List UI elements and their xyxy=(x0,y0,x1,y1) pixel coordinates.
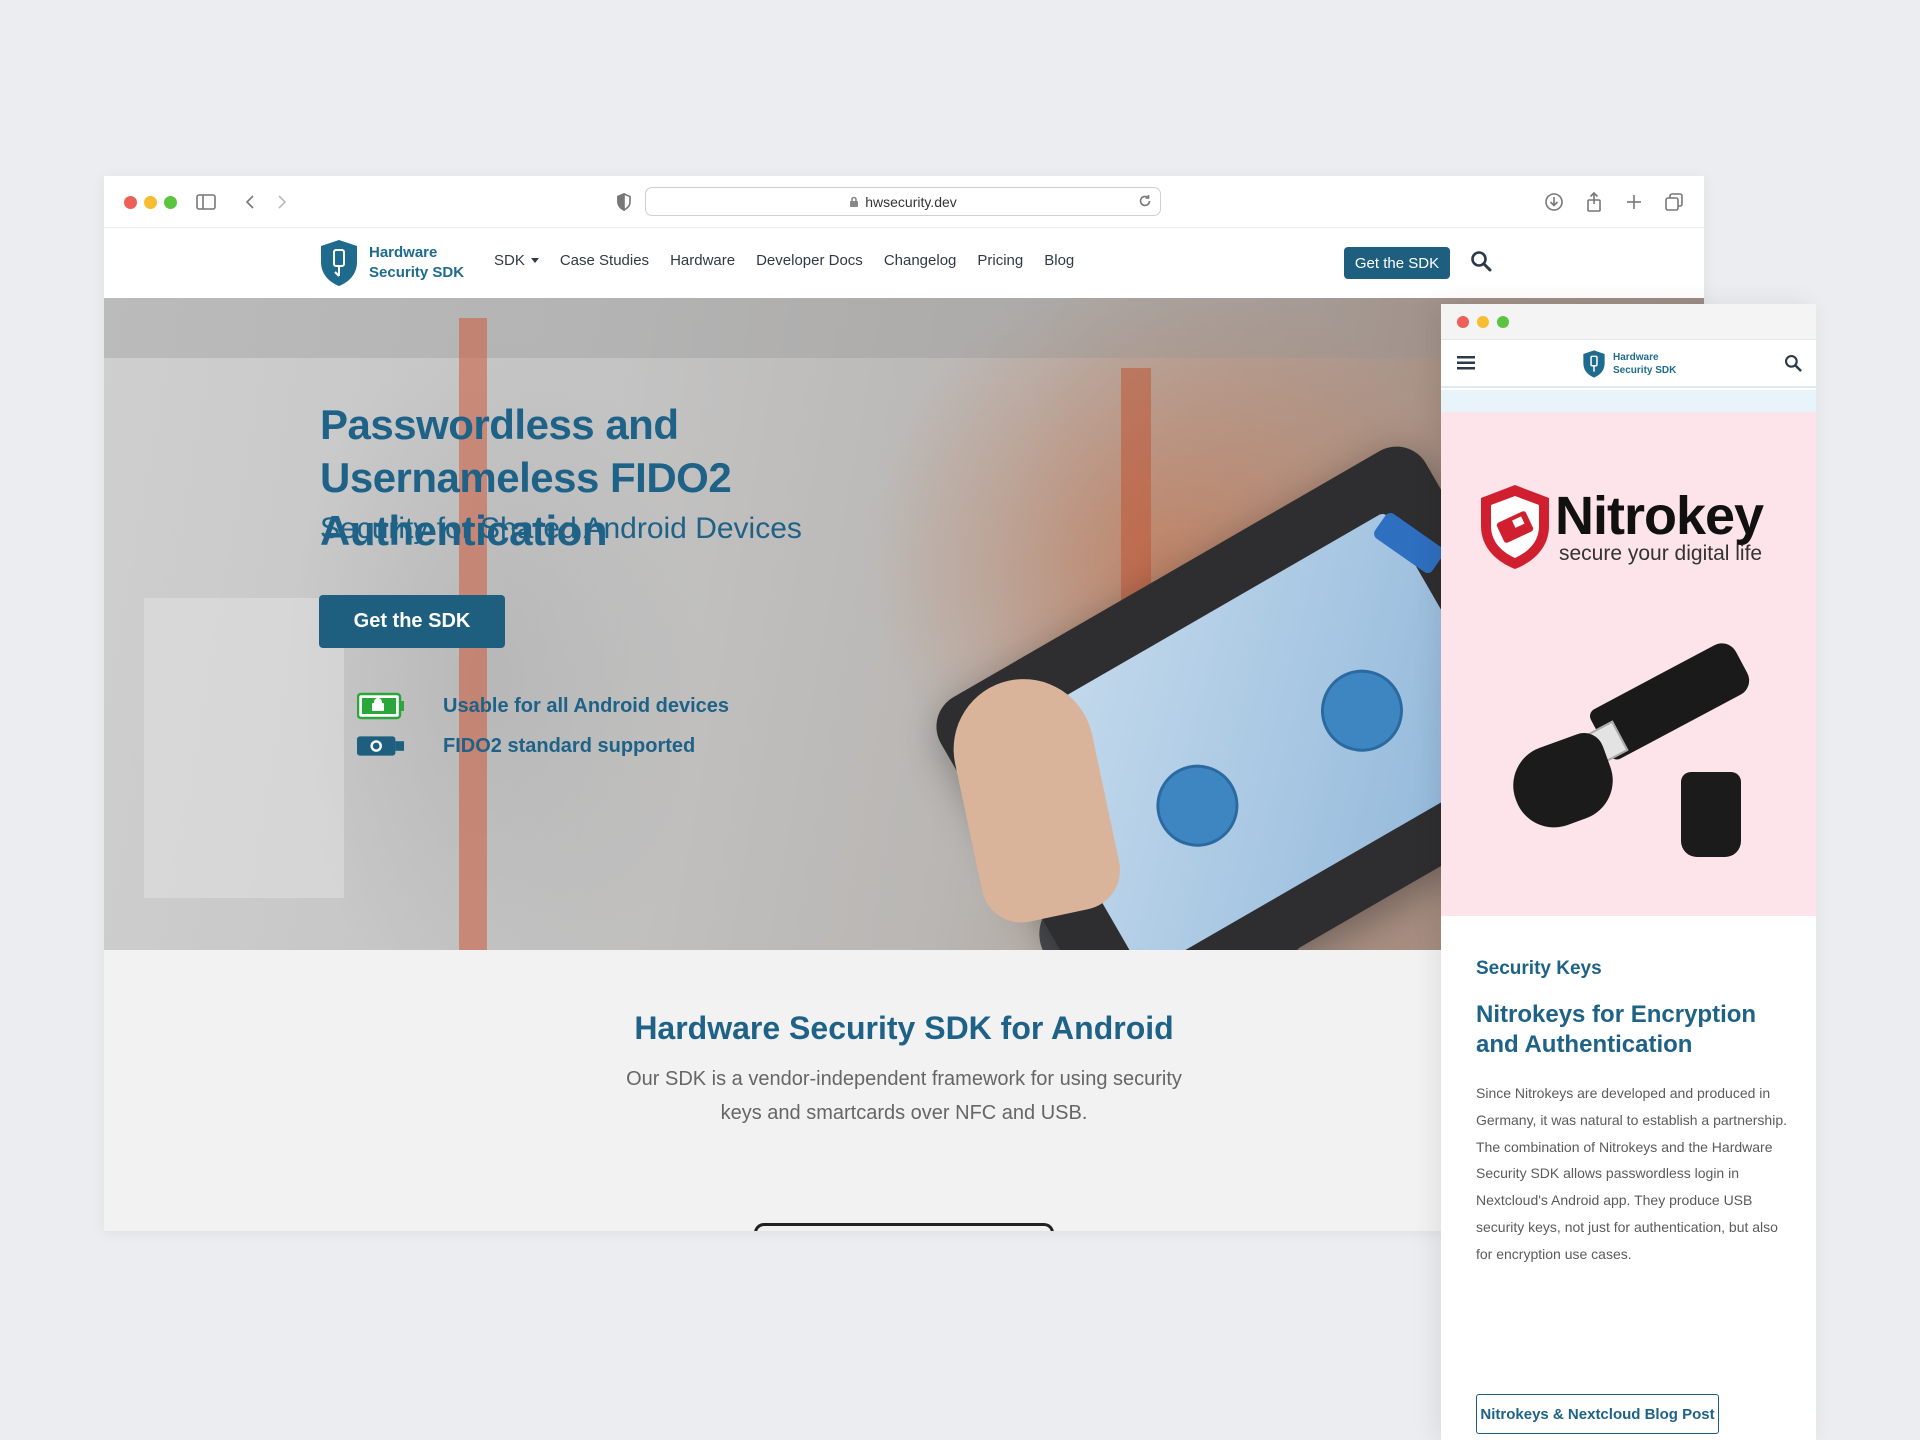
mobile-site-logo[interactable]: Hardware Security SDK xyxy=(1581,348,1676,380)
zoom-window-button[interactable] xyxy=(1497,316,1509,328)
close-window-button[interactable] xyxy=(1457,316,1469,328)
intro-text: Our SDK is a vendor-independent framewor… xyxy=(626,1068,1182,1124)
nav-label: SDK xyxy=(494,252,525,269)
hero-subtitle: Security for Shared Android Devices xyxy=(320,512,802,545)
nav-case-studies[interactable]: Case Studies xyxy=(560,252,649,269)
nitrokey-product-image: Nitrokey secure your digital life xyxy=(1441,412,1816,916)
article-text: Since Nitrokeys are developed and produc… xyxy=(1476,1085,1788,1262)
phone-outline-illustration xyxy=(754,1223,1054,1231)
new-tab-icon[interactable] xyxy=(1620,188,1648,216)
nav-hardware[interactable]: Hardware xyxy=(670,252,735,269)
site-logo[interactable]: Hardware Security SDK xyxy=(317,238,464,288)
sidebar-toggle-icon[interactable] xyxy=(192,188,220,216)
nitrokey-tagline: secure your digital life xyxy=(1559,542,1763,565)
minimize-window-button[interactable] xyxy=(144,196,157,209)
nav-blog[interactable]: Blog xyxy=(1044,252,1074,269)
nitrokey-brand-name: Nitrokey xyxy=(1555,486,1764,546)
feature-fido2-label: FIDO2 standard supported xyxy=(443,734,696,757)
shield-logo-icon xyxy=(1583,350,1605,378)
mobile-browser-window: Hardware Security SDK Nitrokey secure yo… xyxy=(1441,304,1816,1440)
search-icon[interactable] xyxy=(1784,354,1802,377)
downloads-icon[interactable] xyxy=(1540,188,1568,216)
mobile-site-header: Hardware Security SDK xyxy=(1441,340,1816,388)
get-sdk-nav-button[interactable]: Get the SDK xyxy=(1344,247,1450,279)
site-header: Hardware Security SDK SDK Case Studies H… xyxy=(104,228,1704,298)
share-icon[interactable] xyxy=(1580,188,1608,216)
feature-fido2: FIDO2 standard supported xyxy=(319,732,695,760)
shield-logo-icon xyxy=(321,240,357,286)
tablet-key-illustration xyxy=(1305,654,1418,767)
usb-c-adapter xyxy=(1681,772,1741,857)
nav-changelog[interactable]: Changelog xyxy=(884,252,957,269)
article-kicker: Security Keys xyxy=(1476,958,1602,979)
nav-pricing[interactable]: Pricing xyxy=(977,252,1023,269)
security-key-icon xyxy=(357,732,405,760)
search-icon[interactable] xyxy=(1470,250,1492,277)
get-sdk-hero-button[interactable]: Get the SDK xyxy=(319,595,505,648)
nitrokey-logo: Nitrokey secure your digital life xyxy=(1475,482,1764,572)
android-battery-icon xyxy=(357,692,405,720)
privacy-shield-icon[interactable] xyxy=(610,188,638,216)
hero-background-shelf xyxy=(144,598,344,898)
minimize-window-button[interactable] xyxy=(1477,316,1489,328)
tablet-key-illustration xyxy=(1141,749,1254,862)
mobile-logo-line-1: Hardware xyxy=(1613,352,1659,363)
mobile-window-chrome xyxy=(1441,304,1816,340)
lock-icon xyxy=(849,196,859,208)
logo-line-1: Hardware xyxy=(369,244,438,261)
nav-developer-docs[interactable]: Developer Docs xyxy=(756,252,863,269)
reload-icon[interactable] xyxy=(1138,194,1152,208)
mobile-article: Security Keys Nitrokeys for Encryption a… xyxy=(1441,916,1816,1440)
mobile-header-spacer xyxy=(1441,390,1816,412)
back-icon[interactable] xyxy=(236,188,264,216)
nav-sdk[interactable]: SDK xyxy=(494,252,539,269)
article-title: Nitrokeys for Encryption and Authenticat… xyxy=(1476,1001,1757,1058)
forward-icon[interactable] xyxy=(268,188,296,216)
nitrokey-shield-icon xyxy=(1481,485,1549,569)
url-text: hwsecurity.dev xyxy=(865,193,957,210)
tab-overview-icon[interactable] xyxy=(1660,188,1688,216)
feature-android: Usable for all Android devices xyxy=(319,692,729,720)
address-bar[interactable]: hwsecurity.dev xyxy=(645,187,1161,216)
zoom-window-button[interactable] xyxy=(164,196,177,209)
mobile-logo-line-2: Security SDK xyxy=(1613,365,1677,376)
browser-toolbar: hwsecurity.dev xyxy=(104,176,1704,228)
menu-icon[interactable] xyxy=(1457,356,1475,375)
close-window-button[interactable] xyxy=(124,196,137,209)
feature-android-label: Usable for all Android devices xyxy=(443,694,730,717)
blog-post-button[interactable]: Nitrokeys & Nextcloud Blog Post xyxy=(1476,1394,1719,1434)
logo-line-2: Security SDK xyxy=(369,264,465,281)
chevron-down-icon xyxy=(530,258,539,263)
main-nav: SDK Case Studies Hardware Developer Docs… xyxy=(494,252,1095,269)
